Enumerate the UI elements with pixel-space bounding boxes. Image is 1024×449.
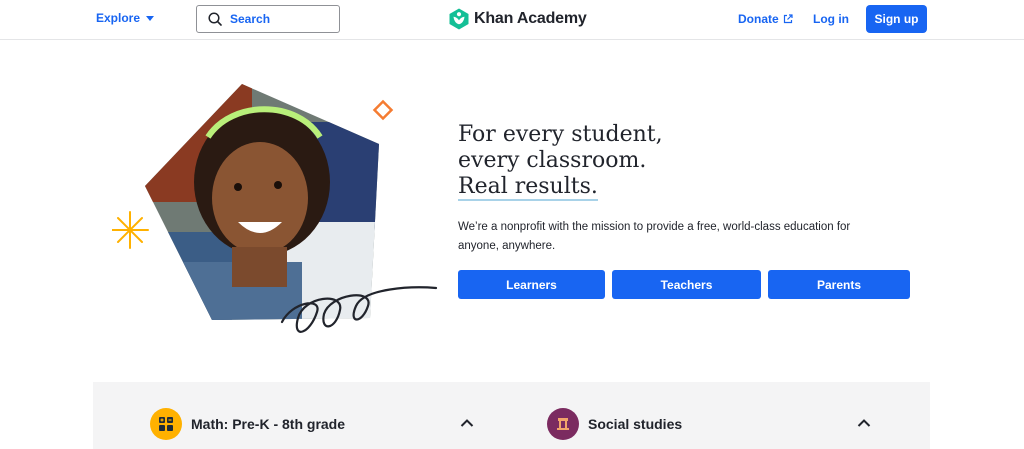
login-link[interactable]: Log in [813,12,849,26]
learners-button[interactable]: Learners [458,270,605,299]
math-category-label[interactable]: Math: Pre-K - 8th grade [191,416,345,432]
signup-button[interactable]: Sign up [866,5,927,33]
search-icon [208,12,222,26]
external-link-icon [783,14,793,24]
khan-logo-icon [449,8,469,30]
headline-line-1: For every student, [458,122,663,147]
khan-academy-logo[interactable]: Khan Academy [449,8,587,30]
search-label: Search [230,12,271,26]
hero-headline: For every student, every classroom. Real… [458,122,663,201]
teachers-button[interactable]: Teachers [612,270,761,299]
hero-description: We’re a nonprofit with the mission to pr… [458,221,851,252]
top-nav: Explore Search Khan Academy Donate Log i… [0,0,1024,40]
hero-illustration [112,84,438,333]
chevron-up-icon[interactable] [857,418,871,428]
headline-line-2: every classroom. [458,148,647,173]
headline-line-3: Real results. [458,174,598,201]
donate-label: Donate [738,12,779,26]
donate-link[interactable]: Donate [738,12,793,26]
parents-button[interactable]: Parents [768,270,910,299]
chevron-up-icon[interactable] [460,418,474,428]
math-icon [150,408,182,440]
caret-down-icon [146,16,155,21]
categories-panel: Math: Pre-K - 8th grade Social studies [93,382,930,449]
search-input[interactable]: Search [196,5,340,33]
logo-text: Khan Academy [474,10,587,27]
explore-menu[interactable]: Explore [96,11,155,25]
sparkle-icon [112,211,149,249]
explore-label: Explore [96,11,141,25]
social-studies-icon [547,408,579,440]
social-studies-category-label[interactable]: Social studies [588,416,682,432]
